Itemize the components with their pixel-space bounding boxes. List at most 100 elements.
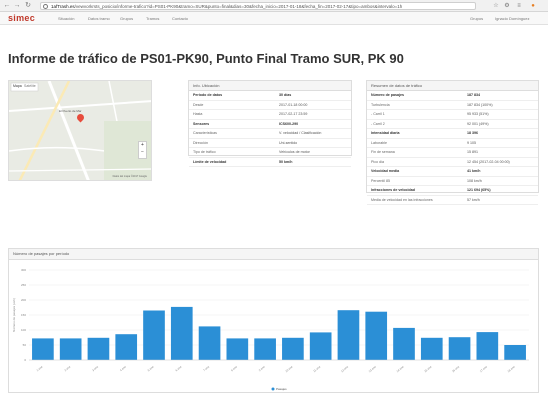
bar (504, 345, 526, 360)
info-value: 2017-02-17 23:59 (279, 112, 308, 116)
x-tick-label: 17 ene (479, 364, 488, 373)
nav-item-grupos-right[interactable]: Grupos (470, 16, 483, 21)
summary-row: Turbulencia 187 834 (100%) (367, 101, 538, 110)
summary-row: Pico día 12 454 (2017-02-04 00:00) (367, 158, 538, 167)
summary-value: 12 454 (2017-02-04 00:00) (467, 159, 510, 164)
summary-value: 57 km/h (467, 197, 480, 202)
info-label: Características (193, 131, 217, 135)
y-axis-label: Número de pasajes (veh) (12, 298, 16, 332)
info-table: Periodo de datos 30 días Desde 2017-01-18 0… (189, 91, 351, 167)
summary-row: Percentil 85 108 km/h (367, 177, 538, 186)
page-title: Informe de tráfico de PS01-PK90, Punto F… (8, 51, 404, 66)
summary-row: - Carril 2 92 001 (49%) (367, 120, 538, 129)
summary-label: Infracciones de velocidad (371, 188, 415, 192)
x-tick-label: 12 ene (340, 364, 349, 373)
summary-label: Fin de semana (371, 150, 395, 154)
chart-panel: Número de pasajes por período 300 250 200 1… (8, 248, 539, 393)
summary-label: Media de velocidad en las infracciones (371, 197, 433, 202)
legend-swatch (271, 387, 275, 391)
x-tick-label: 15 ene (423, 364, 432, 373)
logo[interactable]: simec (8, 13, 35, 23)
bar (143, 310, 165, 360)
nav-item-grupos[interactable]: Grupos (120, 16, 133, 21)
user-menu[interactable]: Ignacio Domínguez (495, 16, 529, 21)
bar (254, 338, 276, 360)
forward-icon[interactable]: → (13, 2, 21, 10)
x-tick-label: 1 ene (36, 364, 44, 372)
y-tick-label: 300 (21, 268, 26, 272)
map-attribution: Datos del mapa ©2017 Google (112, 175, 147, 178)
nav-item-datos-tramo[interactable]: Datos tramo (88, 16, 110, 21)
info-value: 50 km/h (279, 159, 293, 164)
summary-value: 92 001 (49%) (467, 121, 489, 126)
summary-label: Percentil 85 (371, 178, 390, 183)
x-tick-label: 4 ene (119, 364, 127, 372)
map-type-tab[interactable]: Mapa (13, 84, 22, 88)
x-tick-label: 7 ene (202, 364, 210, 372)
zoom-in-button[interactable]: + (139, 142, 146, 149)
reload-icon[interactable]: ↻ (24, 2, 32, 10)
chart-title: Número de pasajes por período (9, 249, 538, 260)
summary-table: Número de pasajes 187 834 Turbulencia 187 8… (367, 91, 538, 205)
summary-value: 187 834 (467, 93, 480, 97)
x-tick-label: 18 ene (507, 364, 516, 373)
back-icon[interactable]: ← (3, 2, 11, 10)
summary-panel: Resumen de datos de tráfico Número de pa… (366, 80, 539, 205)
summary-label: - Carril 1 (371, 112, 385, 116)
y-tick-label: 200 (21, 298, 26, 302)
summary-label: Intensidad diaria (371, 131, 400, 135)
nav-item-tramos[interactable]: Tramos (146, 16, 159, 21)
info-label: Dirección (193, 140, 208, 145)
summary-panel-header: Resumen de datos de tráfico (367, 81, 538, 91)
info-value: ICS600-290 (279, 121, 299, 126)
satellite-tab[interactable]: Satélite (24, 84, 36, 88)
summary-value: 187 834 (100%) (467, 102, 493, 107)
info-panel: Info. Ubicación Periodo de datos 30 días D… (188, 80, 352, 167)
star-icon[interactable]: ☆ (492, 2, 500, 10)
summary-value: 18 396 (467, 131, 478, 135)
info-row: Tipo de tráfico Vehículos de motor (189, 148, 351, 158)
info-icon[interactable] (43, 4, 48, 9)
map-canvas (9, 81, 151, 180)
bar (87, 337, 110, 360)
extension-icon[interactable]: ⚙ (503, 2, 511, 10)
summary-label: Pico día (371, 159, 384, 164)
summary-row: - Carril 1 95 933 (51%) (367, 110, 538, 120)
bar (59, 338, 82, 360)
summary-value: 41 km/h (467, 169, 481, 173)
bar (170, 306, 193, 360)
x-tick-label: 6 ene (174, 364, 182, 372)
summary-row: Número de pasajes 187 834 (367, 91, 538, 101)
summary-row: Velocidad media 41 km/h (367, 167, 538, 177)
profile-icon[interactable]: ● (529, 2, 537, 10)
info-row: Dirección Uni-sentido (189, 139, 351, 148)
map[interactable]: Mapa Satélite El Puerto de Mar + − Datos… (8, 80, 152, 181)
info-row: Hasta 2017-02-17 23:59 (189, 110, 351, 120)
info-row: Límite de velocidad 50 km/h (189, 158, 351, 167)
menu-icon[interactable]: ≡ (515, 2, 523, 10)
summary-label: Velocidad media (371, 169, 400, 173)
bar (198, 326, 221, 360)
bar (282, 337, 304, 360)
map-place-label: El Puerto de Mar (59, 109, 82, 113)
summary-value: 9 105 (467, 140, 476, 145)
x-tick-label: 14 ene (396, 364, 405, 373)
nav-item-situacion[interactable]: Situación (58, 16, 74, 21)
address-bar[interactable]: 1afTrash.es/vewvorkrsts_posicio/informe-… (40, 2, 476, 10)
nav-item-contacto[interactable]: Contacto (172, 16, 188, 21)
y-tick-label: 100 (21, 328, 26, 332)
y-tick-label: 0 (24, 358, 26, 362)
info-row: Características V. velocidad / Clasificac… (189, 129, 351, 139)
x-tick-label: 8 ene (230, 364, 238, 372)
summary-label: - Carril 2 (371, 121, 385, 126)
info-value: Uni-sentido (279, 140, 298, 145)
zoom-out-button[interactable]: − (139, 149, 146, 156)
y-tick-label: 250 (21, 283, 26, 287)
summary-row: Media de velocidad en las infracciones 57… (367, 196, 538, 205)
bar (309, 332, 332, 360)
bar (448, 337, 471, 360)
info-label: Periodo de datos (193, 93, 223, 97)
bar (337, 310, 360, 360)
summary-value: 121 694 (65%) (467, 188, 491, 192)
bar (32, 338, 54, 360)
